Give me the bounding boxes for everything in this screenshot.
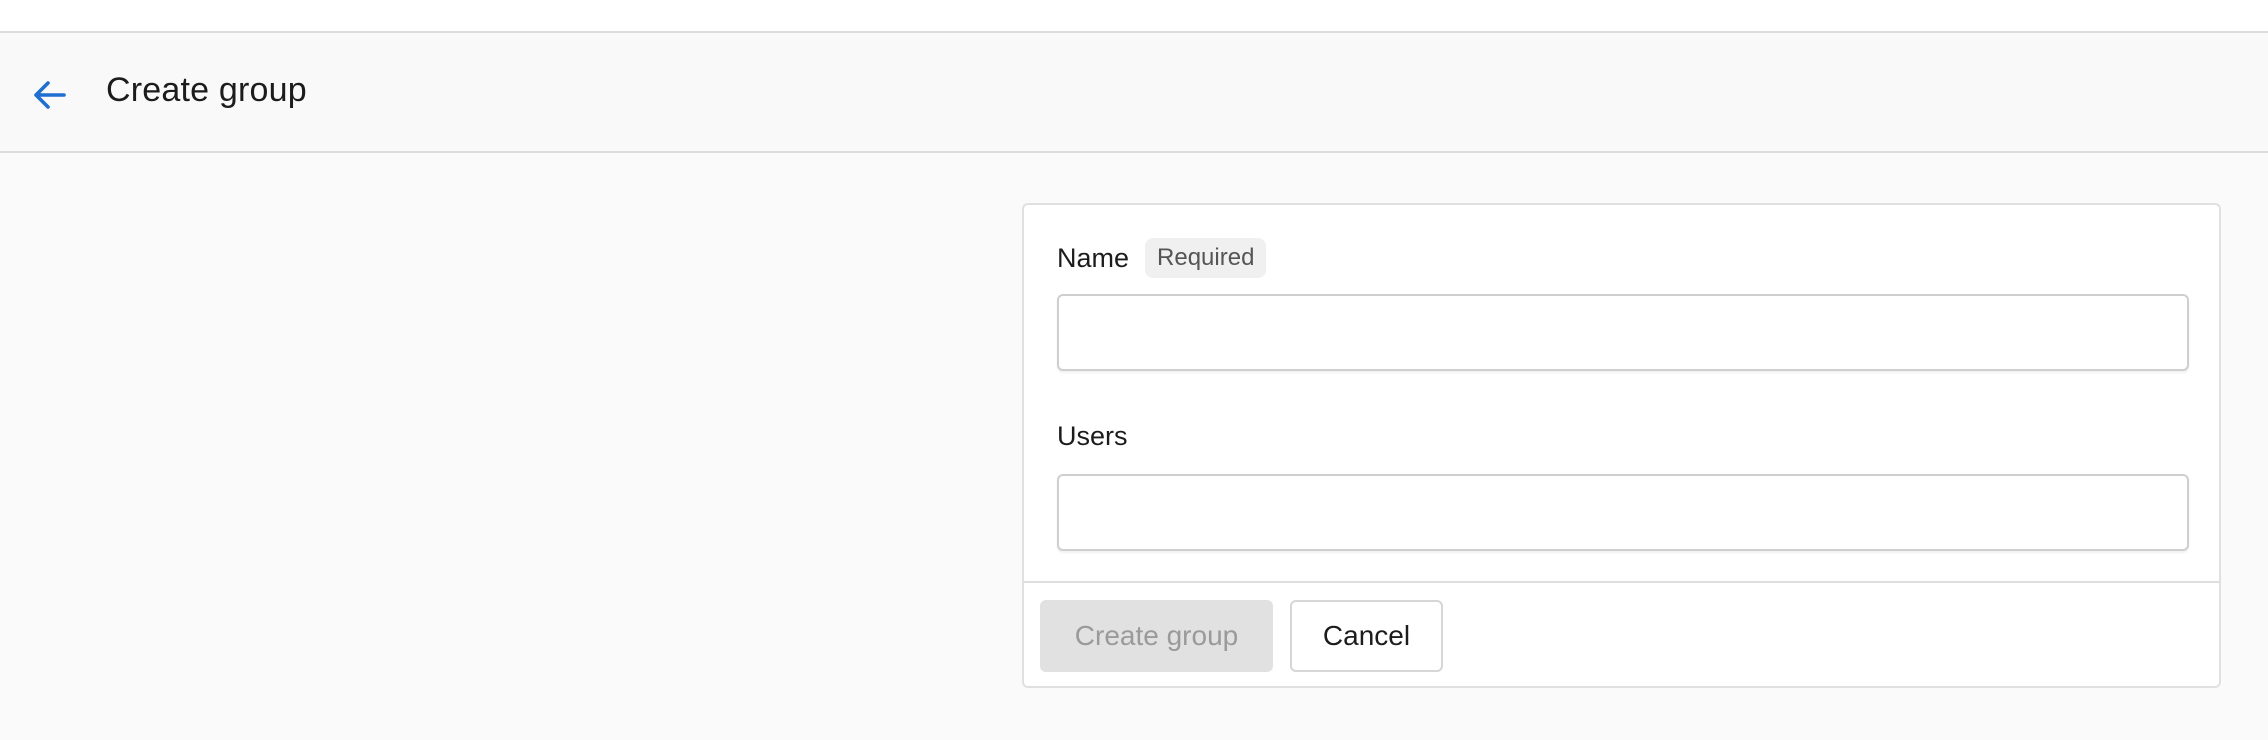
top-strip	[0, 0, 2268, 33]
required-badge: Required	[1145, 238, 1267, 278]
name-input[interactable]	[1057, 294, 2189, 371]
back-button[interactable]	[28, 73, 72, 117]
users-input[interactable]	[1057, 474, 2189, 551]
name-label: Name	[1057, 242, 1130, 273]
page-header: Create group	[0, 33, 2268, 153]
page-title: Create group	[106, 71, 307, 109]
name-label-row: Name Required	[1057, 238, 1267, 278]
cancel-button[interactable]: Cancel	[1290, 600, 1443, 672]
users-label: Users	[1057, 421, 1128, 451]
form-footer-divider	[1024, 581, 2219, 583]
create-group-form: Name Required Users Create group Cancel	[1022, 203, 2221, 688]
users-label-row: Users	[1057, 421, 1128, 452]
create-group-button[interactable]: Create group	[1040, 600, 1273, 672]
arrow-left-icon	[34, 81, 66, 109]
